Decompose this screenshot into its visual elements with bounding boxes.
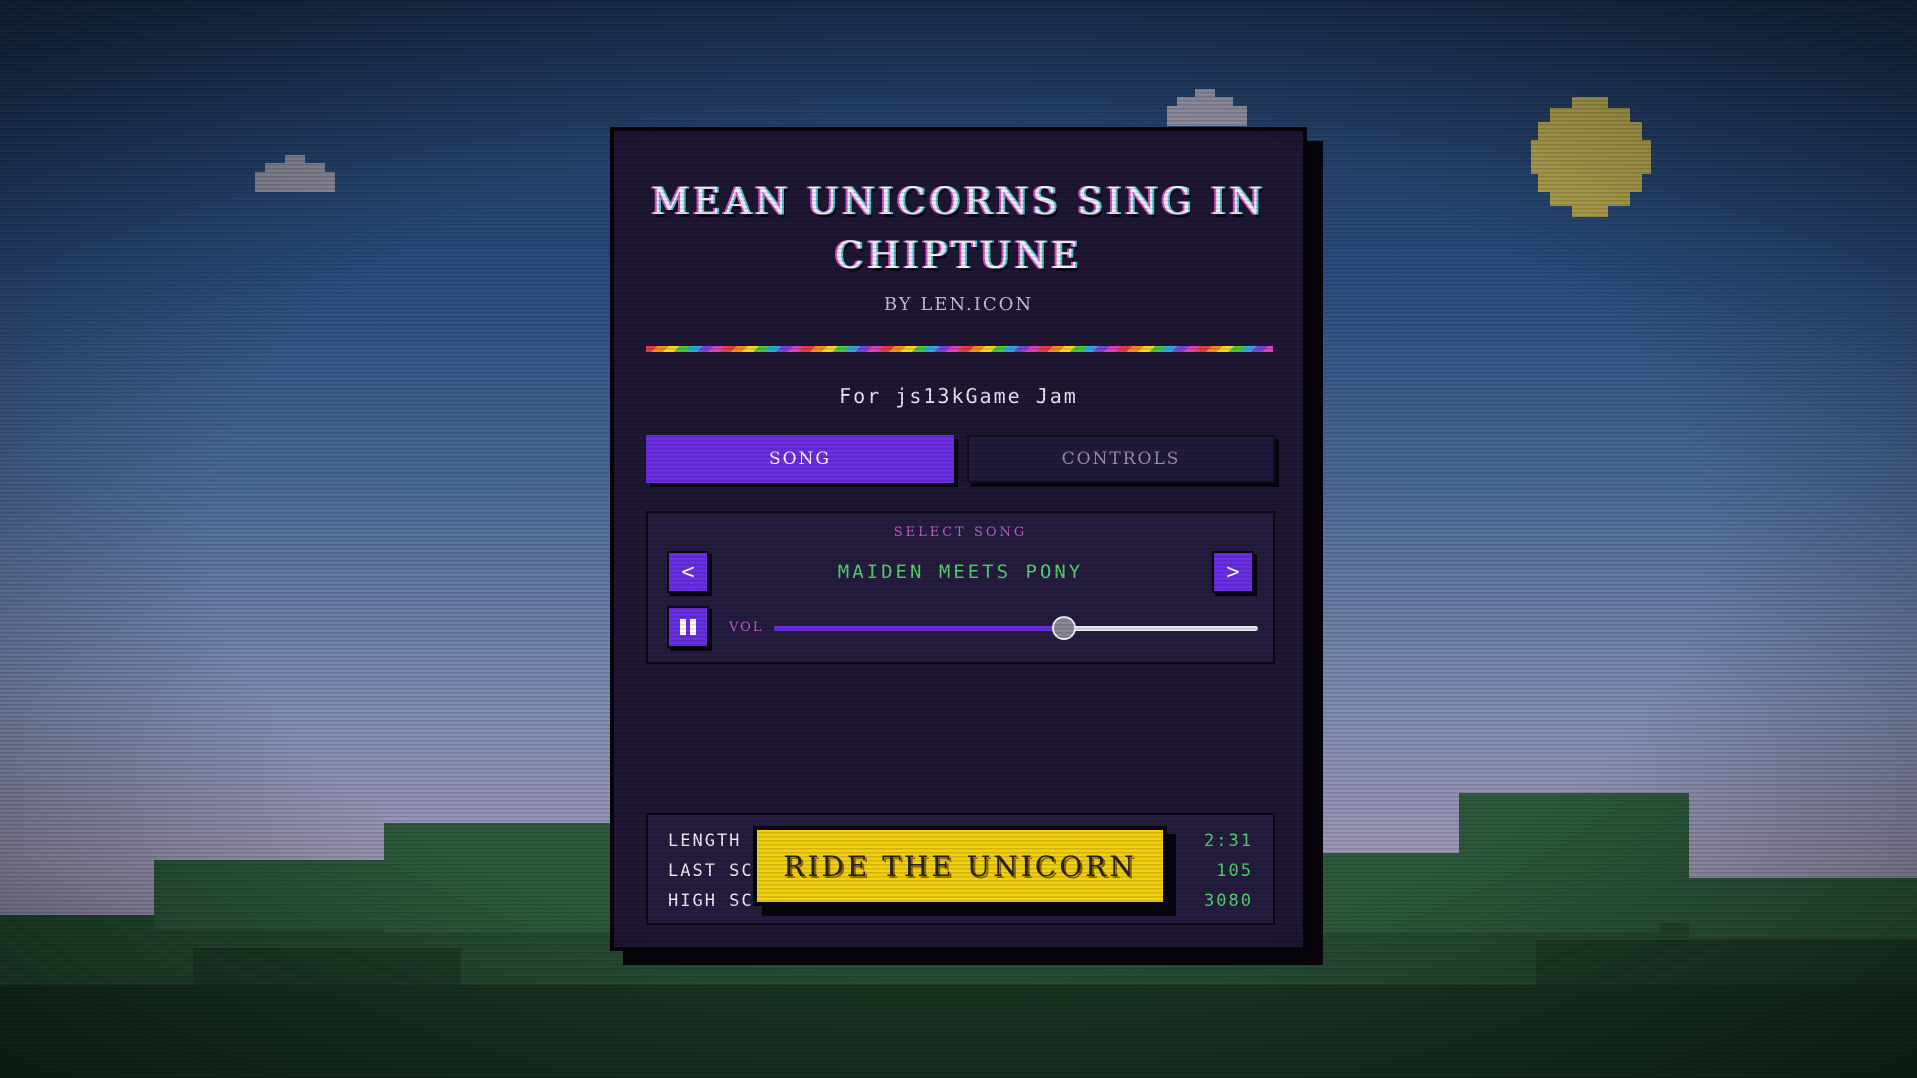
pause-button[interactable] <box>667 606 709 648</box>
volume-slider-fill <box>774 626 1065 631</box>
main-menu-panel: MEAN UNICORNS SING IN CHIPTUNE BY LEN.IC… <box>610 127 1307 951</box>
tab-song[interactable]: SONG <box>646 435 954 483</box>
volume-label: VOL <box>729 620 764 635</box>
previous-song-button[interactable]: < <box>667 551 709 593</box>
stat-value: 3080 <box>1204 891 1253 911</box>
select-song-label: SELECT SONG <box>893 525 1028 540</box>
next-song-button[interactable]: > <box>1212 551 1254 593</box>
author-byline: BY LEN.ICON <box>883 294 1034 315</box>
stat-label: LENGTH <box>668 831 742 851</box>
song-selector: SELECT SONG < MAIDEN MEETS PONY > VOL <box>646 511 1275 664</box>
ride-the-unicorn-button[interactable]: RIDE THE UNICORN <box>753 826 1167 906</box>
game-title: MEAN UNICORNS SING IN CHIPTUNE <box>651 180 1266 277</box>
stat-value: 2:31 <box>1204 831 1253 851</box>
volume-slider-thumb[interactable] <box>1052 616 1077 640</box>
jam-label: For js13kGame Jam <box>839 384 1078 408</box>
tab-controls[interactable]: CONTROLS <box>967 435 1275 483</box>
volume-slider[interactable] <box>774 616 1258 640</box>
rainbow-divider <box>646 346 1273 352</box>
song-name: MAIDEN MEETS PONY <box>837 561 1084 583</box>
stat-value: 105 <box>1216 861 1253 881</box>
pause-icon <box>680 619 696 635</box>
chevron-left-icon: < <box>681 559 695 585</box>
chevron-right-icon: > <box>1226 559 1240 585</box>
